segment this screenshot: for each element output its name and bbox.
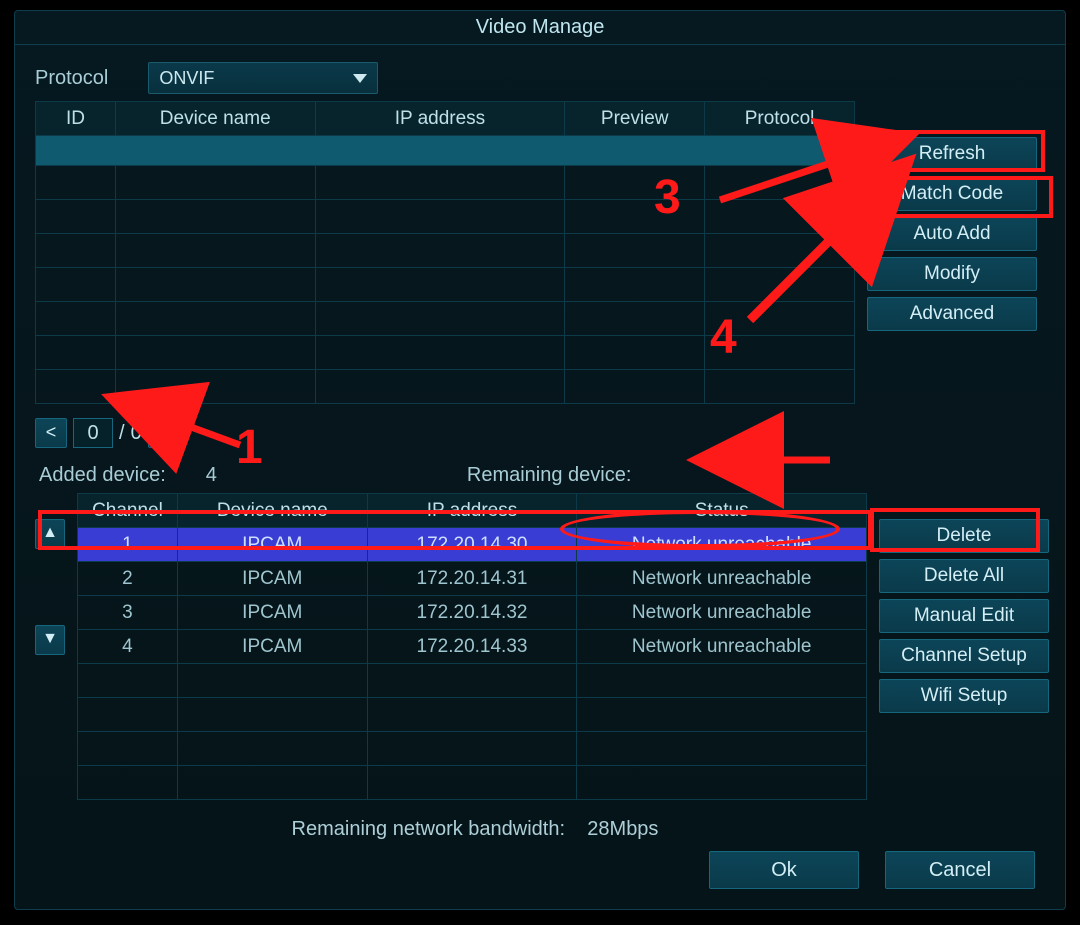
table-row[interactable]: [78, 732, 867, 766]
table-row[interactable]: [78, 664, 867, 698]
col-ip: IP address: [315, 102, 565, 136]
table-row[interactable]: [78, 698, 867, 732]
table-row[interactable]: [78, 766, 867, 800]
move-down-button[interactable]: ▼: [35, 625, 65, 655]
page-total: 0: [131, 422, 142, 445]
modify-button[interactable]: Modify: [867, 257, 1037, 291]
col-id: ID: [36, 102, 116, 136]
table-header-row: Channel Device name IP address Status: [78, 494, 867, 528]
added-device-count: 4: [206, 464, 217, 487]
delete-all-button[interactable]: Delete All: [879, 559, 1049, 593]
protocol-label: Protocol: [35, 67, 108, 90]
table-row[interactable]: [36, 302, 855, 336]
move-up-button[interactable]: ▲: [35, 519, 65, 549]
page-sep: /: [119, 422, 125, 445]
bandwidth-value: 28Mbps: [587, 818, 658, 840]
added-devices-table: Channel Device name IP address Status 1I…: [77, 493, 867, 800]
video-manage-window: Video Manage Protocol ONVIF ID Device na…: [14, 10, 1066, 910]
col-channel: Channel: [78, 494, 178, 528]
col-devname: Device name: [115, 102, 315, 136]
table-row[interactable]: 1IPCAM172.20.14.30Network unreachable: [78, 528, 867, 562]
page-prev-button[interactable]: <: [35, 418, 67, 448]
ok-button[interactable]: Ok: [709, 851, 859, 889]
refresh-button[interactable]: Refresh: [867, 137, 1037, 171]
auto-add-button[interactable]: Auto Add: [867, 217, 1037, 251]
table-header-row: ID Device name IP address Preview Protoc…: [36, 102, 855, 136]
page-current: 0: [73, 418, 113, 448]
remaining-device-label: Remaining device:: [467, 464, 632, 487]
protocol-select[interactable]: ONVIF: [148, 62, 378, 94]
chevron-down-icon: [353, 74, 367, 83]
table-row[interactable]: 3IPCAM172.20.14.32Network unreachable: [78, 596, 867, 630]
table-row[interactable]: [36, 336, 855, 370]
col-status: Status: [577, 494, 867, 528]
match-code-button[interactable]: Match Code: [867, 177, 1037, 211]
table-row[interactable]: [36, 370, 855, 404]
table-row[interactable]: [36, 166, 855, 200]
col-preview: Preview: [565, 102, 705, 136]
table-row[interactable]: [36, 234, 855, 268]
discovered-devices-table: ID Device name IP address Preview Protoc…: [35, 101, 855, 404]
wifi-setup-button[interactable]: Wifi Setup: [879, 679, 1049, 713]
table-row[interactable]: 4IPCAM172.20.14.33Network unreachable: [78, 630, 867, 664]
added-device-label: Added device:: [39, 464, 166, 487]
advanced-button[interactable]: Advanced: [867, 297, 1037, 331]
col-devname: Device name: [177, 494, 367, 528]
table-row[interactable]: [36, 200, 855, 234]
table-row[interactable]: 2IPCAM172.20.14.31Network unreachable: [78, 562, 867, 596]
protocol-value: ONVIF: [159, 68, 214, 89]
delete-button[interactable]: Delete: [879, 519, 1049, 553]
col-ip: IP address: [367, 494, 577, 528]
manual-edit-button[interactable]: Manual Edit: [879, 599, 1049, 633]
channel-setup-button[interactable]: Channel Setup: [879, 639, 1049, 673]
window-title: Video Manage: [15, 11, 1065, 45]
col-protocol: Protocol: [705, 102, 855, 136]
cancel-button[interactable]: Cancel: [885, 851, 1035, 889]
table-highlight-strip[interactable]: [36, 136, 855, 166]
table-row[interactable]: [36, 268, 855, 302]
page-next-button[interactable]: >: [148, 418, 180, 448]
bandwidth-label: Remaining network bandwidth:: [292, 818, 566, 840]
